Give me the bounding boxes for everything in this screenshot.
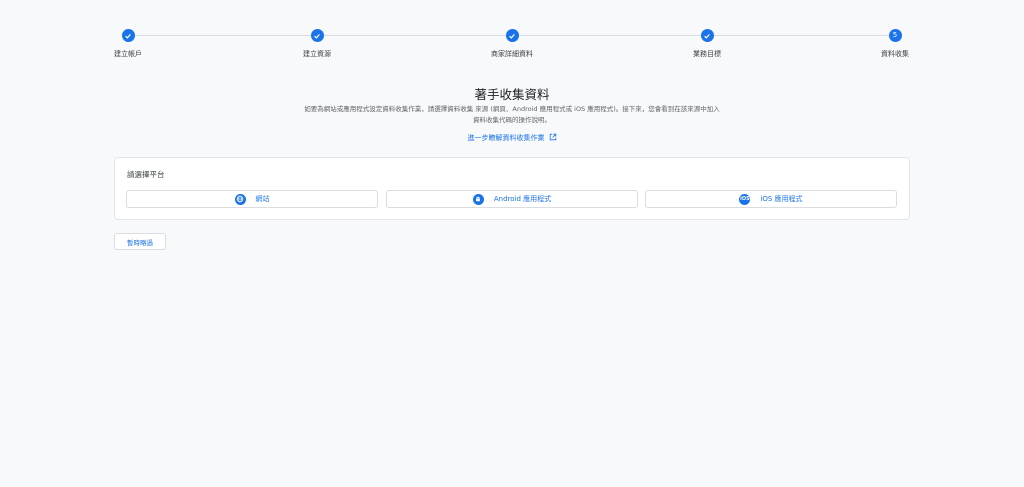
platform-card: 請選擇平台 網站 Android 應用程式 iOS iOS 應用程式	[114, 157, 910, 220]
globe-icon	[234, 193, 246, 205]
android-platform-label: Android 應用程式	[493, 195, 552, 203]
learn-more-label: 進一步瞭解資料收集作業	[467, 134, 545, 142]
web-platform-label: 網站	[255, 195, 270, 203]
step-label: 建立資源	[303, 50, 331, 58]
learn-more-link[interactable]: 進一步瞭解資料收集作業	[467, 133, 557, 142]
page-description: 如要為網站或應用程式設定資料收集作業，請選擇資料收集 來源 (網頁、Androi…	[304, 105, 720, 124]
check-icon	[700, 29, 714, 42]
open-in-new-icon	[549, 133, 556, 141]
step-data-collection: 5 資料收集	[835, 29, 955, 59]
setup-stepper: 建立帳戶 建立資源 商家詳細資料 業務目標 5 資料收集	[0, 0, 1024, 70]
step-create-account: 建立帳戶	[68, 29, 188, 59]
check-icon	[310, 29, 324, 42]
check-icon	[505, 29, 519, 42]
web-platform-button[interactable]: 網站	[126, 190, 378, 208]
ios-platform-label: iOS 應用程式	[760, 195, 803, 203]
ios-icon: iOS	[739, 193, 751, 205]
check-icon	[121, 29, 135, 42]
step-number: 5	[888, 29, 902, 42]
learn-more-row: 進一步瞭解資料收集作業	[0, 133, 1024, 143]
android-icon	[472, 193, 484, 205]
step-label: 資料收集	[881, 50, 909, 58]
step-business-objectives: 業務目標	[647, 29, 767, 59]
step-business-details: 商家詳細資料	[452, 29, 572, 59]
step-label: 建立帳戶	[114, 50, 142, 58]
ios-platform-button[interactable]: iOS iOS 應用程式	[645, 190, 897, 208]
android-platform-button[interactable]: Android 應用程式	[386, 190, 638, 208]
step-label: 業務目標	[693, 50, 721, 58]
page-title: 著手收集資料	[474, 87, 550, 102]
platform-card-title: 請選擇平台	[127, 170, 165, 179]
skip-button[interactable]: 暫時略過	[114, 233, 166, 250]
step-label: 商家詳細資料	[491, 50, 533, 58]
step-create-property: 建立資源	[257, 29, 377, 59]
